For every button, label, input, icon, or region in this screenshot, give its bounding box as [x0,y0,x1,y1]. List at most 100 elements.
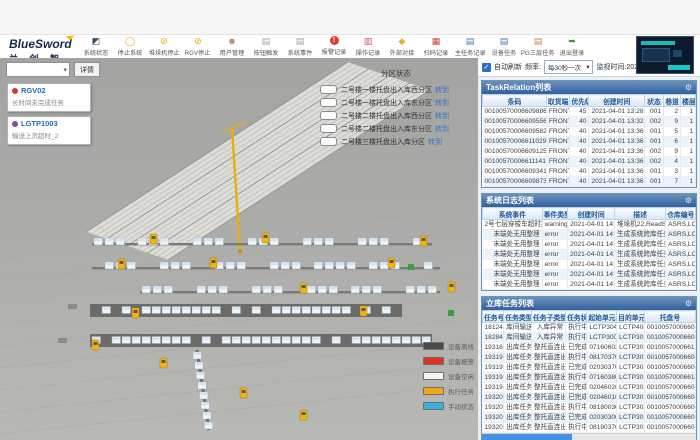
toolbar: ◩系统状态◯停止系统⊘堆垛机停止⊘RGV停止☻用户管理▤按钮触发▤系统事件!报警… [79,36,589,58]
table-row[interactable]: 00100570006609582162FRONT402021-04-01 13… [483,127,696,137]
zone-goto-link[interactable]: 转到 [435,85,449,95]
column-header[interactable]: 事件类型 [542,208,568,220]
table-row[interactable]: 2号七层穿梭车超时提醒:平滑失败warning2021-04-01 14:12:… [483,220,696,230]
table-row[interactable]: 00100570006609125123FRONT402021-04-01 13… [483,147,696,157]
table-row[interactable]: 1828411库间输送任务入库异常执行中LCTP3002LCTP30150010… [483,333,696,343]
device-alert-card[interactable]: LGTP1003输送上货超时_2 [7,116,91,145]
horizontal-scrollbar[interactable] [482,433,696,440]
column-header[interactable]: 任务号 [483,311,504,323]
column-header[interactable]: 托盘号 [644,311,695,323]
toolbar-item-pg-tasks[interactable]: ▤PG三层任务 [521,36,555,58]
table-cell: 1 [681,127,696,137]
refresh-rate-select[interactable]: 每30秒一次 ▾ [544,60,594,74]
column-header[interactable]: 目的单元 [617,311,645,323]
zone-toggle[interactable] [320,98,337,107]
scan-records-icon: ▦ [432,36,441,46]
column-header[interactable]: 楼层 [681,95,696,107]
table-cell: 生成系统跨库任务请求 [615,270,666,280]
overview-thumbnail[interactable] [636,36,694,74]
table-row[interactable]: 1931956出库任务整托直连出库已完成0203037022LCTP301600… [483,363,696,373]
column-header[interactable]: 仓库编号 [666,208,696,220]
table-row[interactable]: 1931891出库任务整托直连出库已完成0716060208LCTP302000… [483,343,696,353]
table-row[interactable]: 1932067出库任务整托直连出库执行中0818037032LCTP302000… [483,423,696,433]
toolbar-item-stop-system[interactable]: ◯停止系统 [113,36,147,58]
table-row[interactable]: 1931958出库任务整托直连出库执行中0716038042LCTP301800… [483,373,696,383]
toolbar-item-external-interface[interactable]: ◆外部对接 [385,36,419,58]
gear-icon[interactable]: ⚙ [685,299,692,308]
column-header[interactable]: 状态 [644,95,663,107]
column-header[interactable]: 任务状态 [566,311,587,323]
column-header[interactable]: 取货端 [546,95,569,107]
toolbar-item-operation-records[interactable]: ▥操作记录 [351,36,385,58]
gear-icon[interactable]: ⚙ [685,83,692,92]
table-cell: 1931956 [483,363,504,373]
toolbar-item-stacker-stop[interactable]: ⊘堆垛机停止 [147,36,181,58]
table-cell: ASRS,LC2 [666,230,696,240]
toolbar-item-alarm-records[interactable]: !报警记录 [317,36,351,58]
gear-icon[interactable]: ⚙ [685,196,692,205]
table-row[interactable]: 00100570006609341256FRONT402021-04-01 13… [483,167,696,177]
column-header[interactable]: 创建时间 [589,95,644,107]
table-row[interactable]: 末端处无用整理error2021-04-01 14:01:55生成系统跨库任务请… [483,280,696,290]
table-row[interactable]: 00100570006611141140FRONT402021-04-01 13… [483,157,696,167]
table-row[interactable]: 1932058出库任务整托直连出库执行中0818003032LCTP302000… [483,403,696,413]
column-header[interactable]: 描述 [615,208,666,220]
zone-toggle[interactable] [320,124,337,133]
table-cell: 40 [570,157,589,167]
table-row[interactable]: 00100570006611029457FRONT402021-04-01 13… [483,137,696,147]
scrollbar-thumb[interactable] [482,434,572,440]
toolbar-item-scan-records[interactable]: ▦扫码记录 [419,36,453,58]
detail-button[interactable]: 详情 [74,62,100,77]
column-header[interactable]: 任务类型 [504,311,532,323]
table-row[interactable]: 1932025出库任务整托直连出库已完成0204601062LCTP301600… [483,393,696,403]
table-cell: 1931905 [483,353,504,363]
device-select[interactable]: ▾ [6,62,70,77]
toolbar-item-user-management[interactable]: ☻用户管理 [215,36,249,58]
table-cell: 4 [664,157,681,167]
table-cell: 2021-04-01 13:36:19 [589,137,644,147]
table-cell: 00100570006606 [644,403,695,413]
legend-row: 手动状态 [423,398,474,413]
table-row[interactable]: 1931905出库任务整托直连出库执行中0817037061LCTP302000… [483,353,696,363]
column-header[interactable]: 任务子类型 [531,311,565,323]
zone-goto-link[interactable]: 转到 [435,124,449,134]
toolbar-item-button-trigger[interactable]: ▤按钮触发 [249,36,283,58]
table-cell: LCTP3002 [587,333,617,343]
toolbar-item-main-task-records[interactable]: ▤主任务记录 [453,36,487,58]
column-header[interactable]: 巷道 [664,95,681,107]
zone-toggle[interactable] [320,111,337,120]
device-alert-card[interactable]: RGV02长时间未完成任务 [7,83,91,112]
zone-toggle[interactable] [320,137,337,146]
table-row[interactable]: 末端处无用整理error2021-04-01 14:06:57生成系统跨库任务请… [483,230,696,240]
zone-goto-link[interactable]: 转到 [435,98,449,108]
toolbar-item-rgv-stop[interactable]: ⊘RGV停止 [181,36,215,58]
toolbar-item-logout[interactable]: ➥退出登录 [555,36,589,58]
table-row[interactable]: 00100570006609873315FRONT402021-04-01 13… [483,177,696,187]
table-cell: 整托直连出库 [531,393,565,403]
zone-toggle[interactable] [320,85,337,94]
column-header[interactable]: 系统事件 [483,208,543,220]
column-header[interactable]: 优先级 [570,95,589,107]
table-row[interactable]: 00100570006609886219FRONT452021-04-01 13… [483,107,696,117]
column-header[interactable]: 创建时间 [568,208,615,220]
table-row[interactable]: 00100570006609556770FRONT402021-04-01 13… [483,117,696,127]
3d-viewport[interactable]: ▾ 详情 RGV02长时间未完成任务LGTP1003输送上货超时_2 分区状态 … [0,58,478,440]
table-row[interactable]: 末端处无用整理error2021-04-01 14:02:55生成系统跨库任务请… [483,270,696,280]
toolbar-item-device-tasks[interactable]: ▤设备任务 [487,36,521,58]
zone-goto-link[interactable]: 转到 [435,111,449,121]
column-header[interactable]: 条码 [483,95,547,107]
table-row[interactable]: 1931960出库任务整托直连出库已完成0204602081LCTP301600… [483,383,696,393]
table-cell: 002 [644,157,663,167]
table-cell: error [542,230,568,240]
toolbar-item-system-status[interactable]: ◩系统状态 [79,36,113,58]
table-row[interactable]: 末端处无用整理error2021-04-01 14:05:56生成系统跨库任务请… [483,240,696,250]
column-header[interactable]: 起始单元 [587,311,617,323]
table-cell: FRONT [546,167,569,177]
table-row[interactable]: 末端处无用整理error2021-04-01 14:04:56生成系统跨库任务请… [483,250,696,260]
table-row[interactable]: 1812454库间输送任务入库异常执行中LCTP3049LCTP40110010… [483,323,696,333]
table-row[interactable]: 1932050出库任务整托直连出库已完成0203030011LCTP301600… [483,413,696,423]
auto-refresh-checkbox[interactable]: ✓ [482,63,491,72]
toolbar-item-system-events[interactable]: ▤系统事件 [283,36,317,58]
table-row[interactable]: 末端处无用整理error2021-04-01 14:03:56生成系统跨库任务请… [483,260,696,270]
zone-goto-link[interactable]: 转到 [428,137,442,147]
